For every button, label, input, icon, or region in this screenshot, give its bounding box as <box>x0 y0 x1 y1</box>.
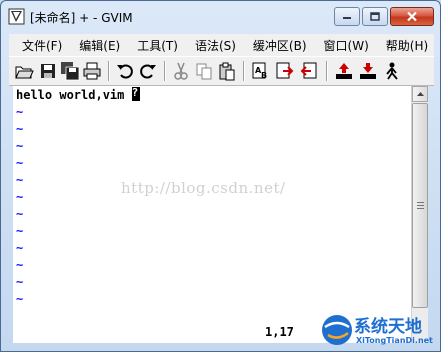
logo-subtitle: XiTongTianDi.net <box>356 336 433 345</box>
vertical-scrollbar[interactable] <box>411 86 428 343</box>
svg-text:B: B <box>261 71 267 80</box>
logo-name: 系统天地 <box>354 317 422 337</box>
grip-line <box>417 205 424 206</box>
open-icon[interactable] <box>14 61 34 81</box>
text-cursor: ? <box>131 86 140 101</box>
toolbar-separator <box>108 61 110 81</box>
menu-bar: 文件(F) 编辑(E) 工具(T) 语法(S) 缓冲区(B) 窗口(W) 帮助(… <box>9 34 434 56</box>
editor-area[interactable]: hello world,vim ? ~ ~ ~ ~ ~ ~ ~ ~ ~ ~ ~ ~ http://bl… <box>13 86 411 321</box>
minimize-icon <box>343 16 351 19</box>
menu-syntax[interactable]: 语法(S) <box>183 37 241 54</box>
toolbar-separator <box>243 61 245 81</box>
empty-line-tilde: ~ <box>16 139 24 153</box>
arrow-up-icon <box>416 92 424 96</box>
toolbar: AB <box>9 56 434 86</box>
text-line: hello world,vim ? <box>16 86 140 104</box>
empty-line-tilde: ~ <box>16 241 24 255</box>
cut-icon[interactable] <box>171 61 191 81</box>
watermark: http://blog.csdn.net/ <box>121 179 286 197</box>
menu-file[interactable]: 文件(F) <box>9 37 67 54</box>
title-bar[interactable]: [未命名] + - GVIM <box>1 1 440 31</box>
empty-line-tilde: ~ <box>16 292 24 306</box>
close-button[interactable] <box>390 7 434 26</box>
scroll-up-button[interactable] <box>412 86 428 102</box>
menu-tools[interactable]: 工具(T) <box>125 37 183 54</box>
empty-line-tilde: ~ <box>16 224 24 238</box>
empty-line-tilde: ~ <box>16 258 24 272</box>
copy-icon[interactable] <box>194 61 214 81</box>
empty-line-tilde: ~ <box>16 207 24 221</box>
run-script-icon[interactable] <box>382 61 402 81</box>
empty-line-tilde: ~ <box>16 275 24 289</box>
window-title: [未命名] + - GVIM <box>30 11 133 25</box>
empty-line-tilde: ~ <box>16 190 24 204</box>
empty-line-tilde: ~ <box>16 173 24 187</box>
line-text: hello world,vim <box>16 88 132 102</box>
menu-buffers[interactable]: 缓冲区(B) <box>241 37 312 54</box>
empty-line-tilde: ~ <box>16 122 24 136</box>
paste-icon[interactable] <box>217 61 237 81</box>
scroll-thumb[interactable] <box>412 103 428 308</box>
menu-window[interactable]: 窗口(W) <box>312 37 374 54</box>
cursor-char: ? <box>131 86 139 99</box>
save-all-icon[interactable] <box>60 61 80 81</box>
find-next-icon[interactable] <box>275 61 295 81</box>
gvim-window: [未命名] + - GVIM 文件(F) 编辑(E) 工具(T) 语法(S) 缓… <box>0 0 441 352</box>
site-logo: 系统天地 XiTongTianDi.net <box>320 310 441 352</box>
toolbar-separator <box>326 61 328 81</box>
grip-line <box>417 208 424 209</box>
undo-icon[interactable] <box>115 61 135 81</box>
empty-line-tilde: ~ <box>16 156 24 170</box>
grip-line <box>417 202 424 203</box>
maximize-icon <box>370 12 380 21</box>
print-icon[interactable] <box>82 61 102 81</box>
minimize-button[interactable] <box>334 7 360 26</box>
find-prev-icon[interactable] <box>299 61 319 81</box>
cursor-position: 1,17 <box>265 325 294 339</box>
close-icon <box>407 11 417 22</box>
find-icon[interactable]: AB <box>251 61 271 81</box>
menu-help[interactable]: 帮助(H) <box>374 37 433 54</box>
menu-edit[interactable]: 编辑(E) <box>67 37 125 54</box>
save-icon[interactable] <box>38 61 58 81</box>
maximize-button[interactable] <box>362 7 388 26</box>
redo-icon[interactable] <box>138 61 158 81</box>
globe-logo-icon <box>322 315 352 345</box>
gvim-logo-icon <box>8 8 25 25</box>
load-session-icon[interactable] <box>334 61 354 81</box>
empty-line-tilde: ~ <box>16 105 24 119</box>
save-session-icon[interactable] <box>358 61 378 81</box>
toolbar-separator <box>164 61 166 81</box>
